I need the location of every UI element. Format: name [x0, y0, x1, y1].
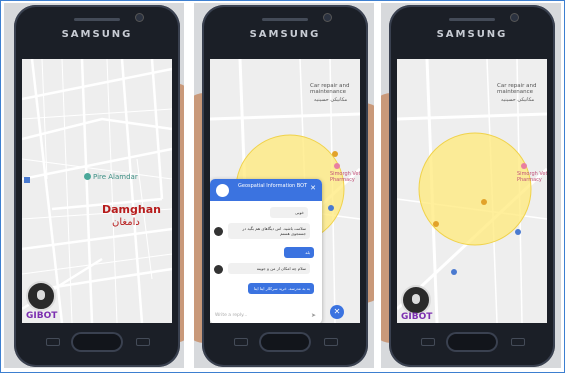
back-key[interactable] — [136, 338, 150, 346]
camera-icon — [324, 14, 331, 21]
phone: SAMSUNG Pire Alamdar Damghan دامغان GIBO… — [14, 5, 180, 367]
brand-logo: SAMSUNG — [61, 29, 133, 40]
chat-message: بله — [284, 247, 314, 258]
camera-icon — [511, 14, 518, 21]
marker-pin-icon[interactable] — [433, 221, 439, 227]
recent-apps-key[interactable] — [421, 338, 435, 346]
recent-apps-key[interactable] — [234, 338, 248, 346]
back-key[interactable] — [324, 338, 338, 346]
close-icon[interactable]: ✕ — [310, 185, 316, 192]
back-key[interactable] — [511, 338, 525, 346]
home-button[interactable] — [71, 332, 123, 352]
poi-subtitle: مکانیکی حسینیه — [314, 97, 348, 103]
panel-3: SAMSUNG Car repair and maintenance مکانی… — [381, 3, 561, 368]
chat-title: Geospatial Information BOT — [238, 183, 308, 189]
chat-window[interactable]: Geospatial Information BOT ✕ خوبی سلامت … — [210, 179, 322, 323]
home-button[interactable] — [259, 332, 311, 352]
poi-label: Pire Alamdar — [93, 173, 138, 181]
brand-logo: SAMSUNG — [249, 29, 321, 40]
bot-avatar[interactable] — [26, 281, 56, 311]
bot-avatar[interactable] — [401, 285, 431, 315]
bot-label: GIBOT — [26, 311, 58, 321]
brand-logo: SAMSUNG — [436, 29, 508, 40]
poi-subtitle: مکانیکی حسینیه — [501, 97, 535, 103]
chat-header: Geospatial Information BOT ✕ — [210, 179, 322, 201]
speaker — [262, 18, 308, 21]
city-name-fa: دامغان — [112, 217, 140, 228]
poi-title: Car repair and maintenance — [497, 83, 537, 95]
map-screen[interactable]: Car repair and maintenance مکانیکی حسینی… — [210, 59, 360, 323]
marker-pin-icon[interactable] — [332, 151, 338, 157]
chat-message: خوبی — [270, 207, 308, 218]
marker-pin-icon[interactable] — [481, 199, 487, 205]
bot-header-avatar — [216, 184, 229, 197]
chat-message: به به مدرسه. خرید سرکلار ایتا ایتا — [248, 283, 314, 294]
panel-1: SAMSUNG Pire Alamdar Damghan دامغان GIBO… — [4, 3, 184, 368]
chat-message: سلامت باشید. اس دیگاهای هم بگید در جستجو… — [228, 223, 310, 239]
send-icon[interactable]: ➤ — [311, 312, 316, 319]
pharmacy-pin-icon[interactable] — [521, 163, 527, 169]
shop-pin-icon[interactable] — [515, 229, 521, 235]
shop-pin-icon[interactable] — [328, 205, 334, 211]
speaker — [74, 18, 120, 21]
bus-stop-icon[interactable] — [24, 177, 30, 183]
bot-avatar — [214, 227, 223, 236]
map-screen[interactable]: Car repair and maintenance مکانیکی حسینی… — [397, 59, 547, 323]
camera-icon — [136, 14, 143, 21]
phone: SAMSUNG Car repair and maintenance مکانی… — [202, 5, 368, 367]
home-button[interactable] — [446, 332, 498, 352]
map-screen[interactable]: Pire Alamdar Damghan دامغان GIBOT — [22, 59, 172, 323]
chat-message: سلام چه امکان از من و جوینه — [228, 263, 310, 274]
bot-avatar — [214, 265, 223, 274]
poi-title: Car repair and maintenance — [310, 83, 350, 95]
city-name-en: Damghan — [102, 203, 161, 216]
pharmacy-pin-icon[interactable] — [334, 163, 340, 169]
pharmacy-label: Simorgh Vet Pharmacy — [517, 171, 547, 183]
pharmacy-label: Simorgh Vet Pharmacy — [330, 171, 360, 183]
speaker — [449, 18, 495, 21]
shop-pin-icon[interactable] — [451, 269, 457, 275]
chat-close-fab[interactable]: ✕ — [330, 305, 344, 319]
chat-input[interactable]: Write a reply... — [215, 313, 247, 318]
phone: SAMSUNG Car repair and maintenance مکانی… — [389, 5, 555, 367]
recent-apps-key[interactable] — [46, 338, 60, 346]
poi-pin-icon[interactable] — [84, 173, 91, 180]
bot-label: GIBOT — [401, 312, 433, 322]
panel-2: SAMSUNG Car repair and maintenance مکانی… — [194, 3, 374, 368]
